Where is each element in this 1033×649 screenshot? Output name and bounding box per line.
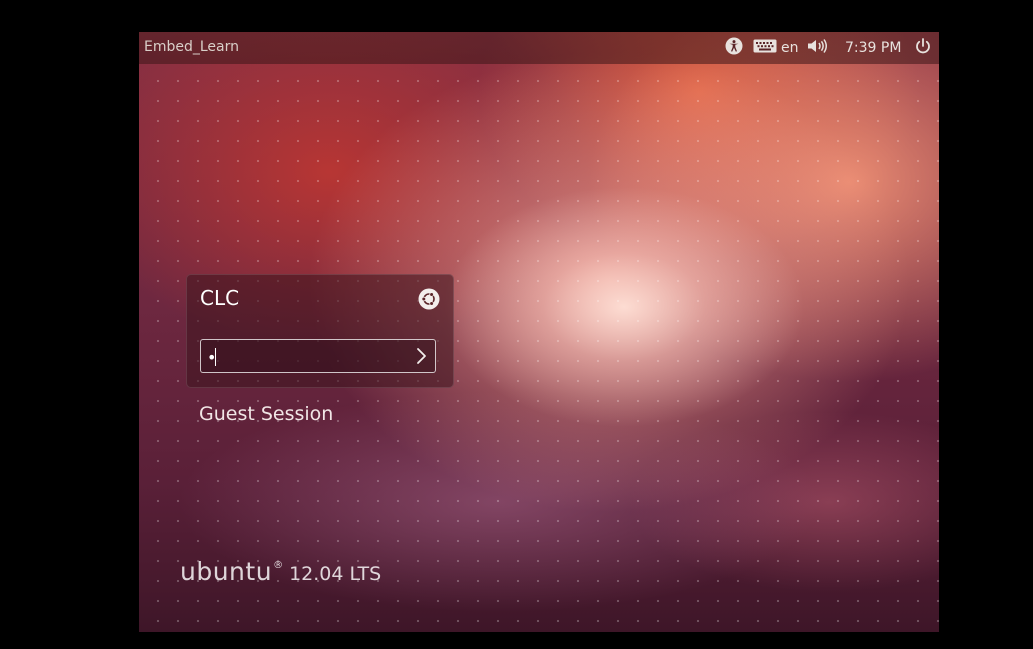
keyboard-icon [753, 39, 777, 57]
accessibility-icon [725, 37, 743, 59]
password-input[interactable] [207, 347, 397, 367]
hostname-label: Embed_Learn [144, 39, 239, 55]
text-caret [215, 348, 216, 366]
username-label: CLC [200, 286, 240, 310]
volume-icon [807, 38, 829, 58]
ubuntu-session-icon[interactable] [418, 288, 440, 310]
ubuntu-branding: ubuntu ® 12.04 LTS [180, 557, 381, 586]
registered-mark: ® [273, 560, 284, 571]
accessibility-menu[interactable] [725, 32, 743, 64]
login-box: CLC [186, 274, 454, 388]
login-screen: Embed_Learn en 7:39 PM CLC • Guest Sessi… [139, 32, 939, 632]
clock-label: 7:39 PM [845, 40, 902, 56]
ubuntu-wordmark: ubuntu [180, 557, 273, 586]
power-menu[interactable] [914, 32, 932, 64]
power-icon [914, 37, 932, 59]
version-label: 12.04 LTS [289, 563, 382, 585]
clock[interactable]: 7:39 PM [845, 32, 901, 64]
top-panel: Embed_Learn en 7:39 PM [139, 32, 939, 64]
keyboard-layout-menu[interactable]: en [753, 32, 799, 64]
guest-session-item[interactable]: Guest Session [199, 403, 333, 425]
keyboard-layout-label: en [781, 40, 799, 56]
chevron-right-icon[interactable] [412, 347, 430, 365]
password-field[interactable] [200, 339, 436, 373]
volume-menu[interactable] [807, 32, 829, 64]
